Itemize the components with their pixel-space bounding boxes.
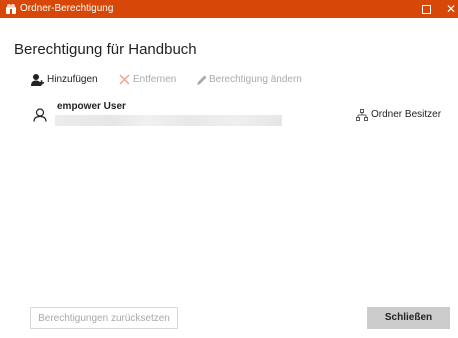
- remove-x-icon: [119, 74, 130, 85]
- user-detail-redacted: [55, 115, 282, 126]
- page-title: Berechtigung für Handbuch: [14, 41, 197, 58]
- pencil-icon: [197, 75, 207, 85]
- remove-button-label: Entfernen: [133, 74, 177, 85]
- window-title: Ordner-Berechtigung: [20, 3, 114, 14]
- list-item[interactable]: empower User Ordner Besitzer: [14, 100, 450, 130]
- add-user-icon: [31, 74, 44, 86]
- user-icon: [33, 108, 47, 122]
- folder-people-icon: [6, 4, 16, 14]
- close-button[interactable]: Schließen: [367, 307, 450, 329]
- window-close-button[interactable]: ✕: [444, 0, 458, 18]
- remove-button[interactable]: Entfernen: [118, 71, 182, 89]
- add-button-label: Hinzufügen: [47, 74, 98, 85]
- reset-permissions-button[interactable]: Berechtigungen zurücksetzen: [30, 307, 178, 329]
- add-button[interactable]: Hinzufügen: [30, 71, 104, 89]
- role-label: Ordner Besitzer: [371, 109, 442, 120]
- change-permission-button[interactable]: Berechtigung ändern: [195, 71, 313, 89]
- maximize-button[interactable]: [419, 2, 433, 16]
- hierarchy-icon: [356, 109, 368, 121]
- user-name: empower User: [57, 101, 126, 112]
- title-bar: Ordner-Berechtigung ✕: [0, 0, 458, 18]
- change-permission-label: Berechtigung ändern: [209, 74, 302, 85]
- user-role: Ordner Besitzer: [356, 108, 452, 122]
